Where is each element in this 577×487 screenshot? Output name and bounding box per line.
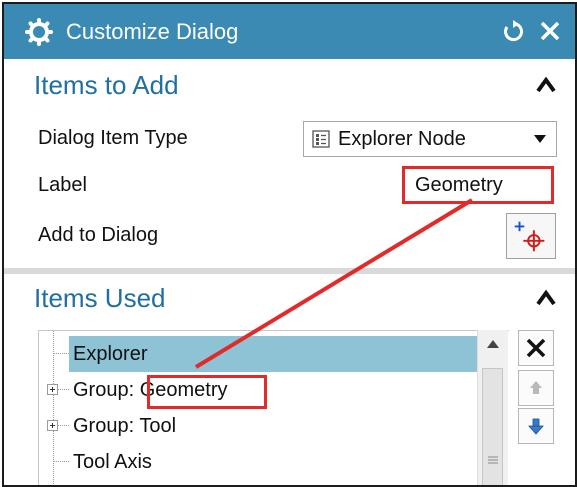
- tree-item-label: Group: Tool: [73, 411, 176, 441]
- geometry-highlight-box: [147, 375, 267, 409]
- section-divider: [4, 268, 575, 274]
- tree-item-name: Tool: [139, 415, 177, 437]
- title-bar: Customize Dialog: [4, 4, 575, 59]
- add-point-icon: [514, 221, 545, 252]
- add-to-dialog-button[interactable]: [506, 213, 556, 259]
- collapse-icon[interactable]: [535, 287, 557, 309]
- move-up-icon: [530, 381, 542, 394]
- gear-icon: [25, 18, 53, 46]
- items-to-add-header[interactable]: Items to Add: [4, 63, 575, 107]
- close-icon[interactable]: [537, 18, 563, 44]
- tree-scrollbar[interactable]: [477, 330, 508, 485]
- tree-item-prefix: Group:: [73, 415, 140, 437]
- reset-icon[interactable]: [500, 18, 526, 44]
- dialog-item-type-label: Dialog Item Type: [38, 127, 188, 149]
- scroll-up-icon[interactable]: [487, 340, 499, 348]
- tree-connector: [53, 461, 69, 462]
- items-used-header[interactable]: Items Used: [4, 276, 575, 320]
- move-up-button[interactable]: [518, 370, 554, 406]
- items-to-add-title: Items to Add: [34, 70, 179, 100]
- tree-connector: [53, 353, 69, 354]
- dialog-title: Customize Dialog: [66, 19, 239, 44]
- tree-item-group-tool[interactable]: Group: Tool: [39, 408, 479, 444]
- expand-icon[interactable]: [47, 384, 58, 395]
- explorer-node-icon: [312, 130, 330, 148]
- tree-item-prefix: Group:: [73, 379, 140, 401]
- add-to-dialog-label: Add to Dialog: [38, 224, 159, 246]
- tree-connector: [58, 389, 69, 390]
- items-used-tree: Explorer Group: Geometry Group: Tool Too…: [38, 330, 509, 485]
- tree-item-label: Tool Axis: [73, 451, 152, 473]
- label-input[interactable]: Geometry: [402, 166, 554, 204]
- tree-item-tool-axis[interactable]: Tool Axis: [39, 444, 479, 480]
- remove-icon: [526, 338, 546, 358]
- collapse-icon[interactable]: [535, 74, 557, 96]
- tree-connector: [58, 425, 69, 426]
- remove-button[interactable]: [518, 330, 554, 366]
- items-used-title: Items Used: [34, 283, 166, 313]
- label-field-label: Label: [38, 174, 87, 196]
- grip-icon: [488, 456, 498, 464]
- customize-dialog: Customize Dialog Items to Add Dialog Ite…: [2, 2, 577, 487]
- chevron-down-icon: [534, 135, 546, 143]
- move-down-button[interactable]: [518, 408, 554, 444]
- tree-item-label: Explorer: [73, 343, 148, 365]
- tree-item-explorer[interactable]: Explorer: [39, 336, 479, 372]
- dialog-item-type-select[interactable]: Explorer Node: [303, 121, 557, 157]
- scroll-thumb[interactable]: [482, 368, 503, 485]
- move-down-icon: [528, 418, 544, 435]
- dialog-item-type-value: Explorer Node: [338, 128, 466, 150]
- expand-icon[interactable]: [47, 420, 58, 431]
